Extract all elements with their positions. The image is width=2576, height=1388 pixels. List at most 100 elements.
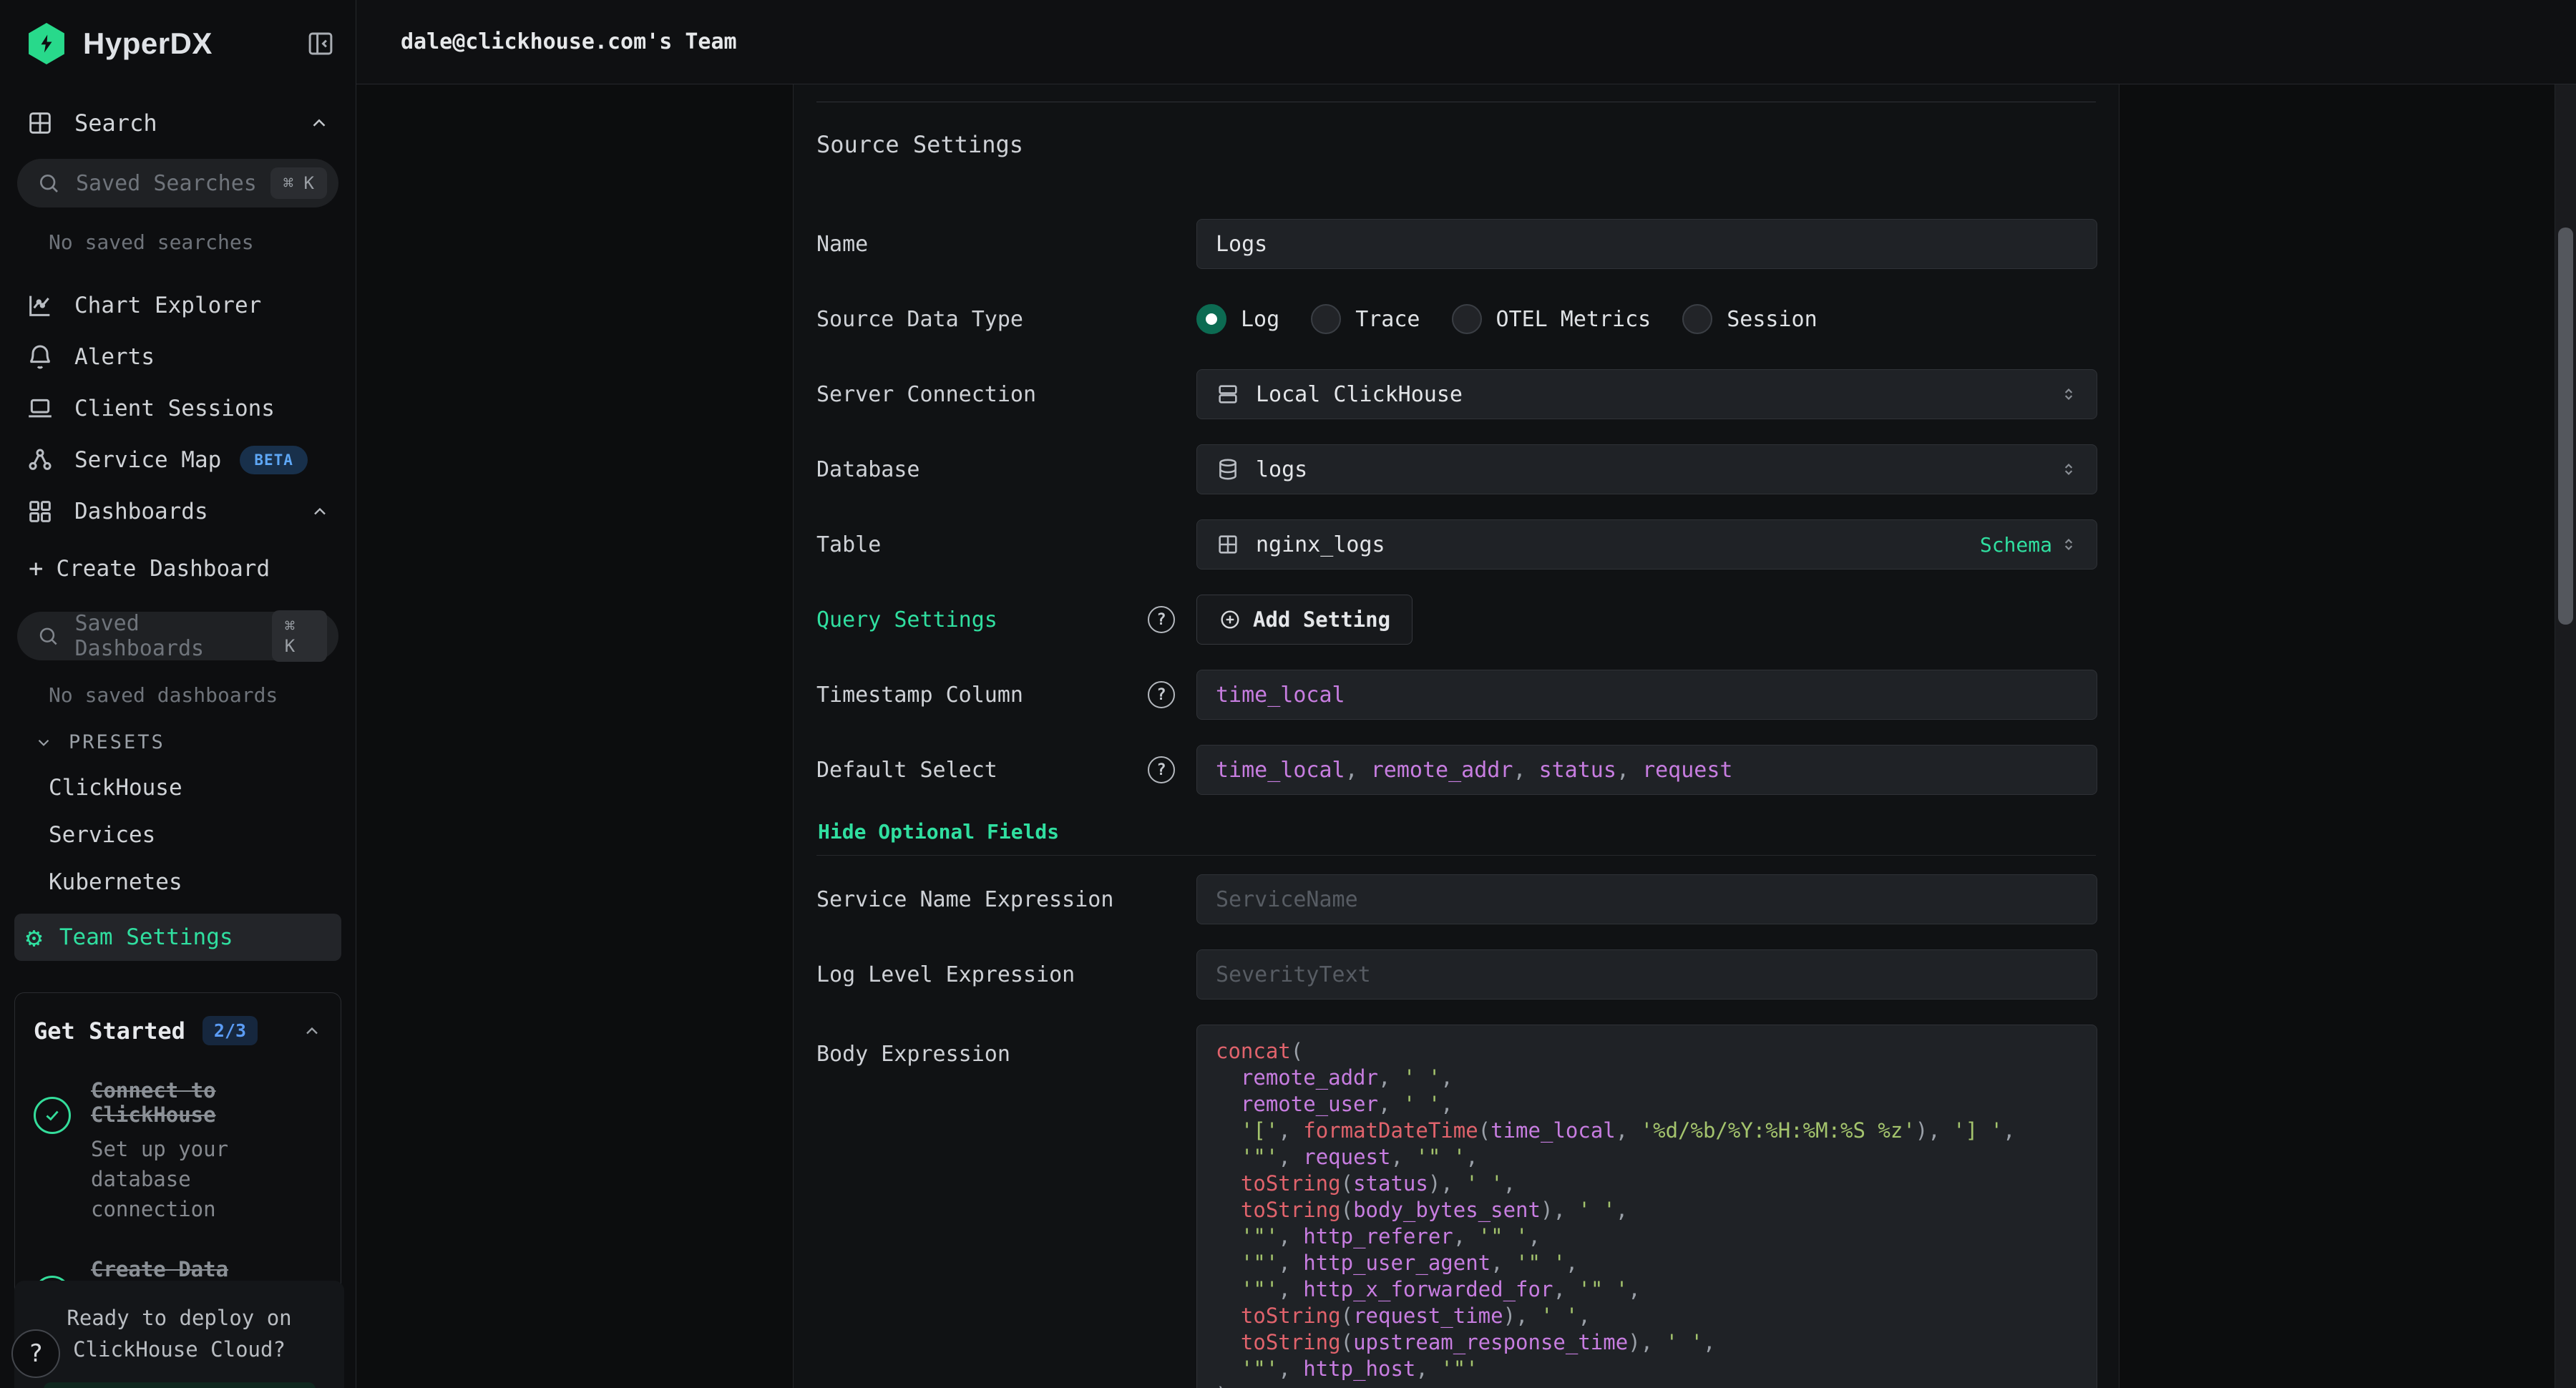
server-connection-value: Local ClickHouse bbox=[1256, 382, 1463, 407]
beta-badge: BETA bbox=[240, 446, 308, 474]
service-name-placeholder: ServiceName bbox=[1216, 887, 1358, 912]
code-line: remote_addr, ' ', bbox=[1216, 1065, 2078, 1091]
timestamp-column-label: Timestamp Column bbox=[816, 683, 1023, 708]
no-saved-dashboards-text: No saved dashboards bbox=[49, 683, 341, 707]
divider bbox=[816, 855, 2096, 856]
get-started-title: Get Started bbox=[34, 1017, 185, 1045]
get-started-step-1[interactable]: Connect to ClickHouse Set up your databa… bbox=[34, 1078, 322, 1224]
saved-dashboards-input[interactable]: Saved Dashboards ⌘ K bbox=[17, 612, 338, 660]
name-row: Name Logs bbox=[816, 219, 2096, 269]
default-select-input[interactable]: time_local, remote_addr, status, request bbox=[1196, 745, 2097, 795]
code-line: '"', http_referer, '" ', bbox=[1216, 1223, 2078, 1250]
chevron-up-icon[interactable] bbox=[310, 502, 330, 522]
section-title: Source Settings bbox=[816, 131, 2096, 158]
database-icon bbox=[1216, 457, 1240, 482]
add-setting-button[interactable]: Add Setting bbox=[1196, 595, 1413, 645]
presets-toggle[interactable]: PRESETS bbox=[34, 731, 341, 753]
get-started-header[interactable]: Get Started 2/3 bbox=[34, 1016, 322, 1045]
sidebar-item-team-settings[interactable]: ⚙ Team Settings bbox=[14, 914, 341, 961]
saved-searches-input[interactable]: Saved Searches ⌘ K bbox=[17, 159, 338, 207]
table-input[interactable]: nginx_logs Schema bbox=[1196, 519, 2097, 570]
step-desc: Set up your database connection bbox=[91, 1134, 322, 1224]
help-circle-icon[interactable]: ? bbox=[1148, 681, 1175, 708]
no-saved-searches-text: No saved searches bbox=[49, 230, 341, 254]
get-started-free-button[interactable]: Get Started for Free bbox=[44, 1382, 316, 1388]
hide-optional-fields-link[interactable]: Hide Optional Fields bbox=[818, 820, 2096, 844]
search-grid-icon bbox=[26, 109, 54, 137]
shortcut-badge: ⌘ K bbox=[270, 167, 327, 199]
settings-column: Source Settings Name Logs Source Data Ty… bbox=[793, 84, 2119, 1388]
server-connection-select[interactable]: Local ClickHouse bbox=[1196, 369, 2097, 419]
timestamp-column-input[interactable]: time_local bbox=[1196, 670, 2097, 720]
clickhouse-cloud-promo: Ready to deploy on ClickHouse Cloud? Get… bbox=[14, 1281, 344, 1388]
help-button[interactable]: ? bbox=[11, 1329, 60, 1378]
database-select[interactable]: logs bbox=[1196, 444, 2097, 494]
help-circle-icon[interactable]: ? bbox=[1148, 756, 1175, 783]
body-expression-editor[interactable]: concat( remote_addr, ' ', remote_user, '… bbox=[1196, 1025, 2097, 1388]
code-line: toString(body_bytes_sent), ' ', bbox=[1216, 1197, 2078, 1223]
service-name-expression-input[interactable]: ServiceName bbox=[1196, 874, 2097, 924]
name-value: Logs bbox=[1216, 232, 1267, 257]
table-icon bbox=[1216, 532, 1240, 557]
code-line: '"', http_host, '"' bbox=[1216, 1356, 2078, 1382]
progress-badge: 2/3 bbox=[203, 1016, 258, 1045]
create-dashboard-button[interactable]: + Create Dashboard bbox=[29, 547, 341, 590]
chevron-up-icon[interactable] bbox=[302, 1021, 322, 1041]
radio-icon bbox=[1682, 304, 1712, 334]
query-settings-row: Query Settings ? Add Setting bbox=[816, 595, 2096, 645]
collapse-sidebar-icon[interactable] bbox=[306, 29, 336, 59]
query-settings-label: Query Settings bbox=[816, 607, 997, 632]
main-area: dale@clickhouse.com's Team Source Settin… bbox=[356, 0, 2576, 1388]
selector-chevrons-icon bbox=[2059, 460, 2078, 479]
app-title: HyperDX bbox=[83, 26, 213, 61]
source-settings-card: Source Settings Name Logs Source Data Ty… bbox=[816, 102, 2096, 1388]
body-expression-row: Body Expression concat( remote_addr, ' '… bbox=[816, 1025, 2096, 1388]
database-row: Database logs bbox=[816, 444, 2096, 494]
sidebar-item-service-map[interactable]: Service Map BETA bbox=[14, 434, 341, 486]
search-icon bbox=[37, 625, 59, 647]
radio-session[interactable]: Session bbox=[1682, 304, 1817, 334]
radio-icon bbox=[1452, 304, 1482, 334]
code-line: concat( bbox=[1216, 1038, 2078, 1065]
sidebar-item-dashboards[interactable]: Dashboards bbox=[14, 486, 341, 537]
name-label: Name bbox=[816, 232, 868, 257]
scrollbar-track[interactable] bbox=[2555, 84, 2576, 1388]
preset-item-kubernetes[interactable]: Kubernetes bbox=[49, 869, 341, 895]
laptop-icon bbox=[26, 394, 54, 423]
code-line: '[', formatDateTime(time_local, '%d/%b/%… bbox=[1216, 1118, 2078, 1144]
database-label: Database bbox=[816, 457, 920, 482]
radio-log[interactable]: Log bbox=[1196, 304, 1279, 334]
sidebar-item-client-sessions[interactable]: Client Sessions bbox=[14, 383, 341, 434]
sidebar-item-chart-explorer[interactable]: Chart Explorer bbox=[14, 280, 341, 331]
code-line: toString(request_time), ' ', bbox=[1216, 1303, 2078, 1329]
help-circle-icon[interactable]: ? bbox=[1148, 606, 1175, 633]
radio-icon bbox=[1311, 304, 1341, 334]
sidebar-item-alerts[interactable]: Alerts bbox=[14, 331, 341, 383]
chevron-up-icon[interactable] bbox=[308, 112, 330, 134]
code-line: '"', http_user_agent, '" ', bbox=[1216, 1250, 2078, 1276]
plus-icon: + bbox=[29, 554, 43, 583]
scrollbar-thumb[interactable] bbox=[2558, 228, 2573, 625]
default-select-label: Default Select bbox=[816, 758, 997, 783]
hyperdx-logo-icon bbox=[26, 23, 67, 64]
radio-otel-metrics[interactable]: OTEL Metrics bbox=[1452, 304, 1652, 334]
service-name-expression-label: Service Name Expression bbox=[816, 887, 1113, 912]
preset-item-services[interactable]: Services bbox=[49, 822, 341, 848]
network-icon bbox=[26, 446, 54, 474]
sidebar-section-search[interactable]: Search bbox=[14, 109, 341, 137]
code-line: toString(status), ' ', bbox=[1216, 1170, 2078, 1197]
step-title: Connect to ClickHouse bbox=[91, 1078, 322, 1127]
selector-chevrons-icon bbox=[2059, 535, 2078, 554]
name-input[interactable]: Logs bbox=[1196, 219, 2097, 269]
database-value: logs bbox=[1256, 457, 1307, 482]
code-line: ) bbox=[1216, 1382, 2078, 1388]
dashboard-grid-icon bbox=[26, 497, 54, 526]
saved-searches-placeholder: Saved Searches bbox=[76, 171, 257, 196]
table-label: Table bbox=[816, 532, 881, 557]
schema-link[interactable]: Schema bbox=[1980, 533, 2078, 557]
source-data-type-row: Source Data Type Log Trace bbox=[816, 294, 2096, 344]
preset-item-clickhouse[interactable]: ClickHouse bbox=[49, 775, 341, 801]
selector-chevrons-icon bbox=[2059, 385, 2078, 404]
log-level-expression-input[interactable]: SeverityText bbox=[1196, 949, 2097, 1000]
radio-trace[interactable]: Trace bbox=[1311, 304, 1420, 334]
